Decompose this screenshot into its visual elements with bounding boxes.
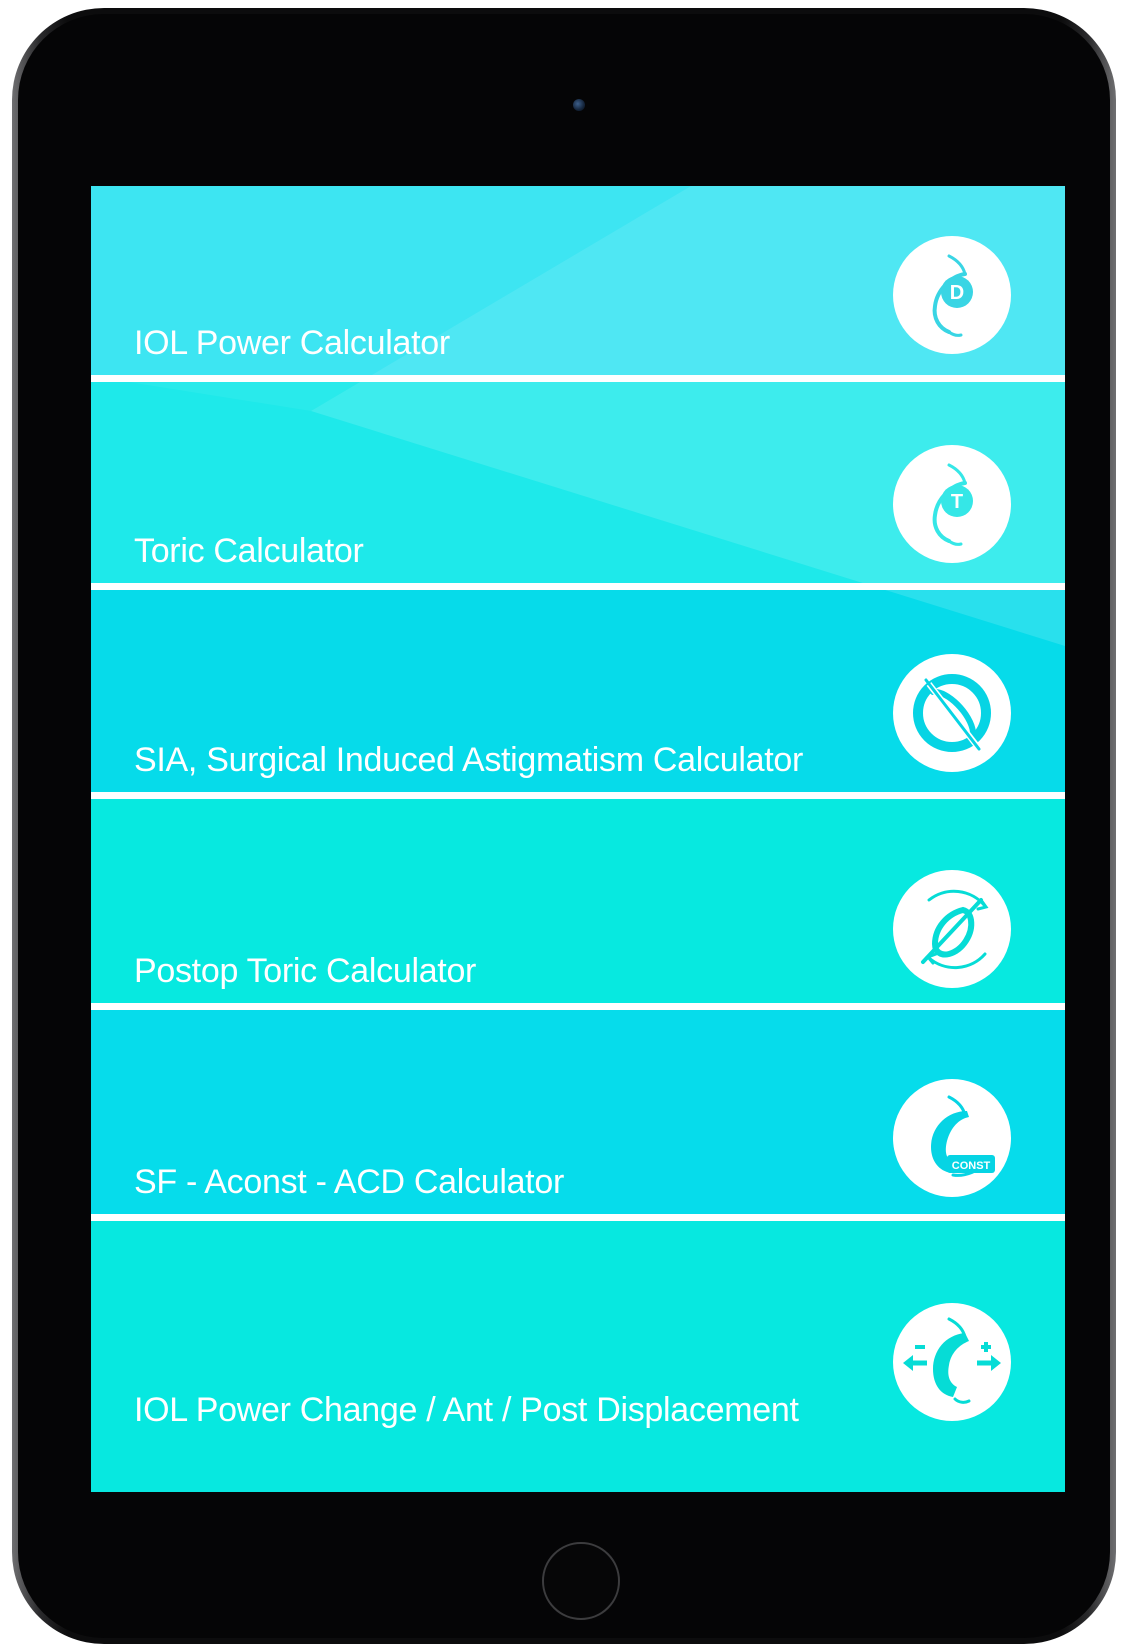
- icon-glyph-d: D: [950, 282, 964, 304]
- menu-item-label: IOL Power Change / Ant / Post Displaceme…: [134, 1391, 799, 1429]
- icon-glyph-t: T: [951, 491, 963, 513]
- menu-item-label: IOL Power Calculator: [134, 324, 450, 362]
- divider: [91, 1003, 1065, 1010]
- front-camera: [573, 99, 585, 111]
- ipad-frame: IOL Power Calculator D Toric Calculator: [12, 8, 1116, 1644]
- divider: [91, 583, 1065, 590]
- menu-item-label: SF - Aconst - ACD Calculator: [134, 1163, 564, 1201]
- menu-item-label: Postop Toric Calculator: [134, 952, 477, 990]
- iol-power-d-icon: D: [893, 236, 1011, 354]
- menu-item-label: SIA, Surgical Induced Astigmatism Calcul…: [134, 741, 803, 779]
- menu-item-sf-aconst-acd-calculator[interactable]: SF - Aconst - ACD Calculator CONST: [91, 1010, 1065, 1214]
- home-button[interactable]: [542, 1542, 620, 1620]
- displacement-arrows-icon: [893, 1303, 1011, 1421]
- icon-glyph-const: CONST: [952, 1160, 991, 1172]
- menu-item-toric-calculator[interactable]: Toric Calculator T: [91, 382, 1065, 583]
- sia-crossed-lens-icon: [893, 654, 1011, 772]
- postop-toric-rotation-icon: [893, 870, 1011, 988]
- divider: [91, 792, 1065, 799]
- menu-item-postop-toric-calculator[interactable]: Postop Toric Calculator: [91, 799, 1065, 1003]
- divider: [91, 375, 1065, 382]
- toric-t-icon: T: [893, 445, 1011, 563]
- menu-item-iol-power-change-displacement[interactable]: IOL Power Change / Ant / Post Displaceme…: [91, 1221, 1065, 1492]
- menu-item-iol-power-calculator[interactable]: IOL Power Calculator D: [91, 186, 1065, 375]
- divider: [91, 1214, 1065, 1221]
- menu-item-sia-calculator[interactable]: SIA, Surgical Induced Astigmatism Calcul…: [91, 590, 1065, 792]
- const-lens-icon: CONST: [893, 1079, 1011, 1197]
- menu-item-label: Toric Calculator: [134, 532, 364, 570]
- app-screen: IOL Power Calculator D Toric Calculator: [91, 186, 1065, 1492]
